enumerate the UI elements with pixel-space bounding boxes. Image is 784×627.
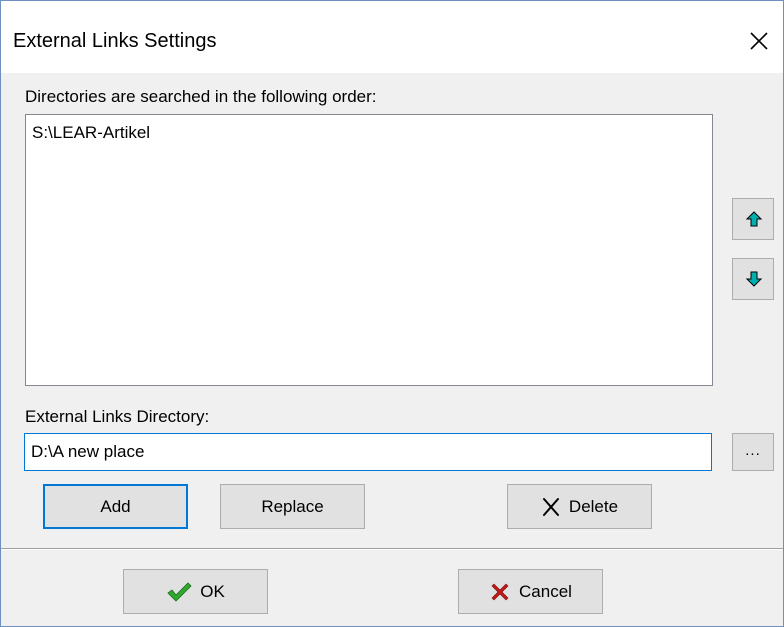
add-label: Add	[100, 496, 131, 516]
directory-field-wrapper	[24, 433, 712, 471]
delete-label: Delete	[568, 496, 619, 516]
ok-button[interactable]: OK	[123, 569, 268, 614]
close-button[interactable]	[735, 17, 783, 65]
x-mark-icon	[542, 497, 559, 516]
directory-input[interactable]	[25, 434, 711, 470]
add-button[interactable]: Add	[43, 484, 188, 529]
external-links-directory-label: External Links Directory:	[25, 407, 210, 426]
list-item[interactable]: S:\LEAR-Artikel	[32, 123, 150, 143]
arrow-down-icon	[746, 271, 762, 287]
browse-button[interactable]: ...	[732, 433, 774, 471]
move-up-button[interactable]	[732, 198, 774, 240]
external-links-settings-dialog: External Links Settings Directories are …	[0, 0, 784, 627]
cancel-button[interactable]: Cancel	[458, 569, 603, 614]
checkmark-icon	[167, 581, 192, 602]
replace-label: Replace	[261, 496, 324, 516]
close-icon	[750, 32, 768, 50]
footer-separator	[1, 548, 783, 550]
cancel-label: Cancel	[519, 581, 572, 601]
browse-label: ...	[745, 441, 761, 459]
replace-button[interactable]: Replace	[220, 484, 365, 529]
window-title: External Links Settings	[13, 30, 217, 52]
red-x-icon	[491, 583, 509, 600]
delete-button[interactable]: Delete	[507, 484, 652, 529]
search-order-label: Directories are searched in the followin…	[25, 87, 377, 106]
directory-order-list[interactable]: S:\LEAR-Artikel	[25, 114, 713, 386]
ok-label: OK	[200, 581, 225, 601]
arrow-up-icon	[746, 211, 762, 227]
move-down-button[interactable]	[732, 258, 774, 300]
title-bar: External Links Settings	[1, 1, 783, 73]
